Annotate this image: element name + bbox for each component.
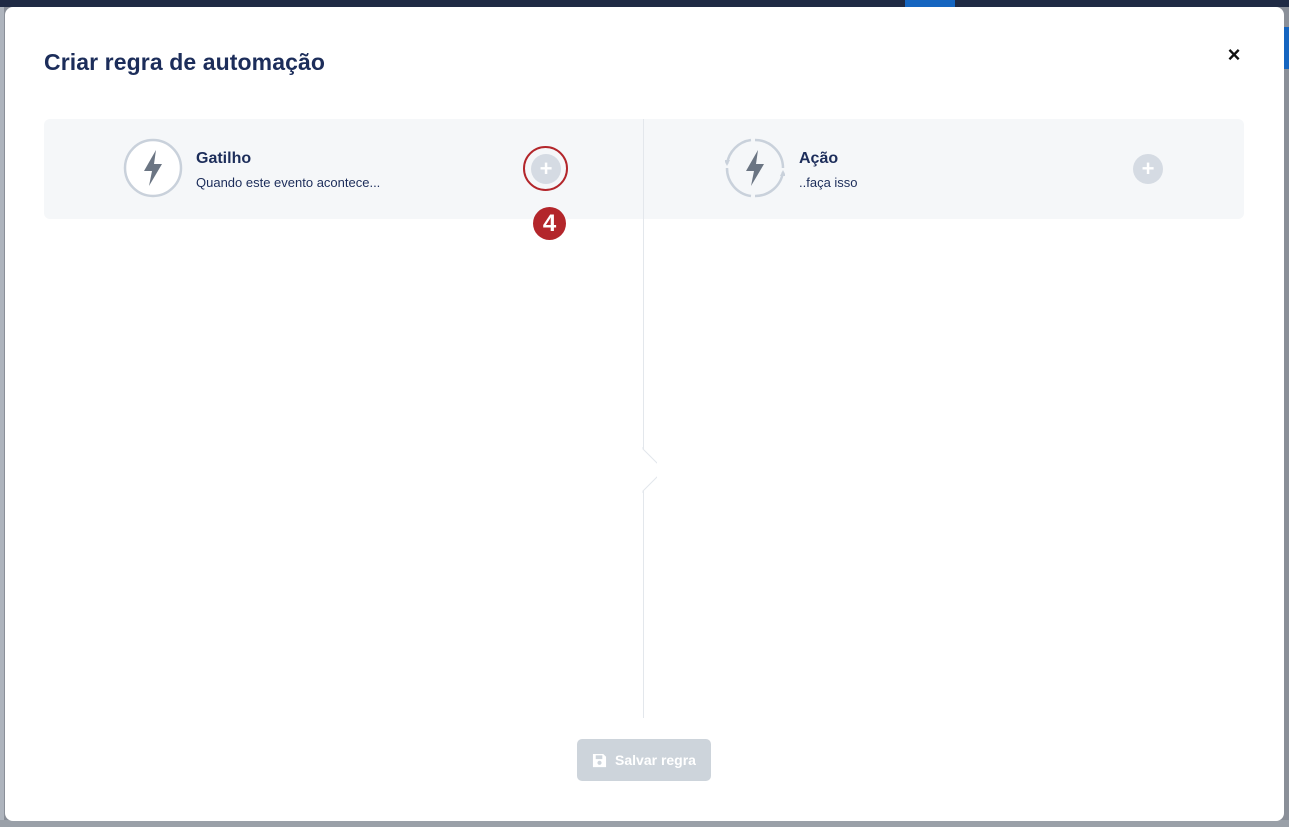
action-subtitle: ..faça isso bbox=[799, 175, 858, 190]
save-rule-button[interactable]: Salvar regra bbox=[577, 739, 711, 781]
trigger-title: Gatilho bbox=[196, 150, 252, 167]
trigger-subtitle: Quando este evento acontece... bbox=[196, 175, 381, 190]
app-top-bar bbox=[0, 0, 1289, 7]
background-bottom-edge bbox=[0, 820, 1289, 827]
app-top-bar-active-tab bbox=[905, 0, 955, 7]
background-blue-button-edge bbox=[1284, 27, 1289, 69]
lightning-icon bbox=[123, 138, 183, 198]
column-divider bbox=[643, 119, 644, 718]
add-action-button[interactable]: + bbox=[1133, 154, 1163, 184]
step-number-badge: 4 bbox=[533, 207, 566, 240]
plus-icon: + bbox=[1141, 155, 1155, 181]
close-button[interactable]: × bbox=[1223, 43, 1245, 67]
floppy-disk-icon bbox=[592, 753, 607, 767]
lightning-refresh-icon bbox=[725, 138, 785, 198]
background-page-edge bbox=[0, 7, 4, 827]
automation-rule-modal: Criar regra de automação × Gatilho Quand… bbox=[5, 7, 1284, 821]
highlight-ring bbox=[523, 146, 568, 191]
action-title: Ação bbox=[799, 150, 839, 167]
divider-arrow bbox=[642, 447, 657, 493]
modal-title: Criar regra de automação bbox=[44, 49, 326, 75]
save-rule-label: Salvar regra bbox=[615, 752, 696, 768]
